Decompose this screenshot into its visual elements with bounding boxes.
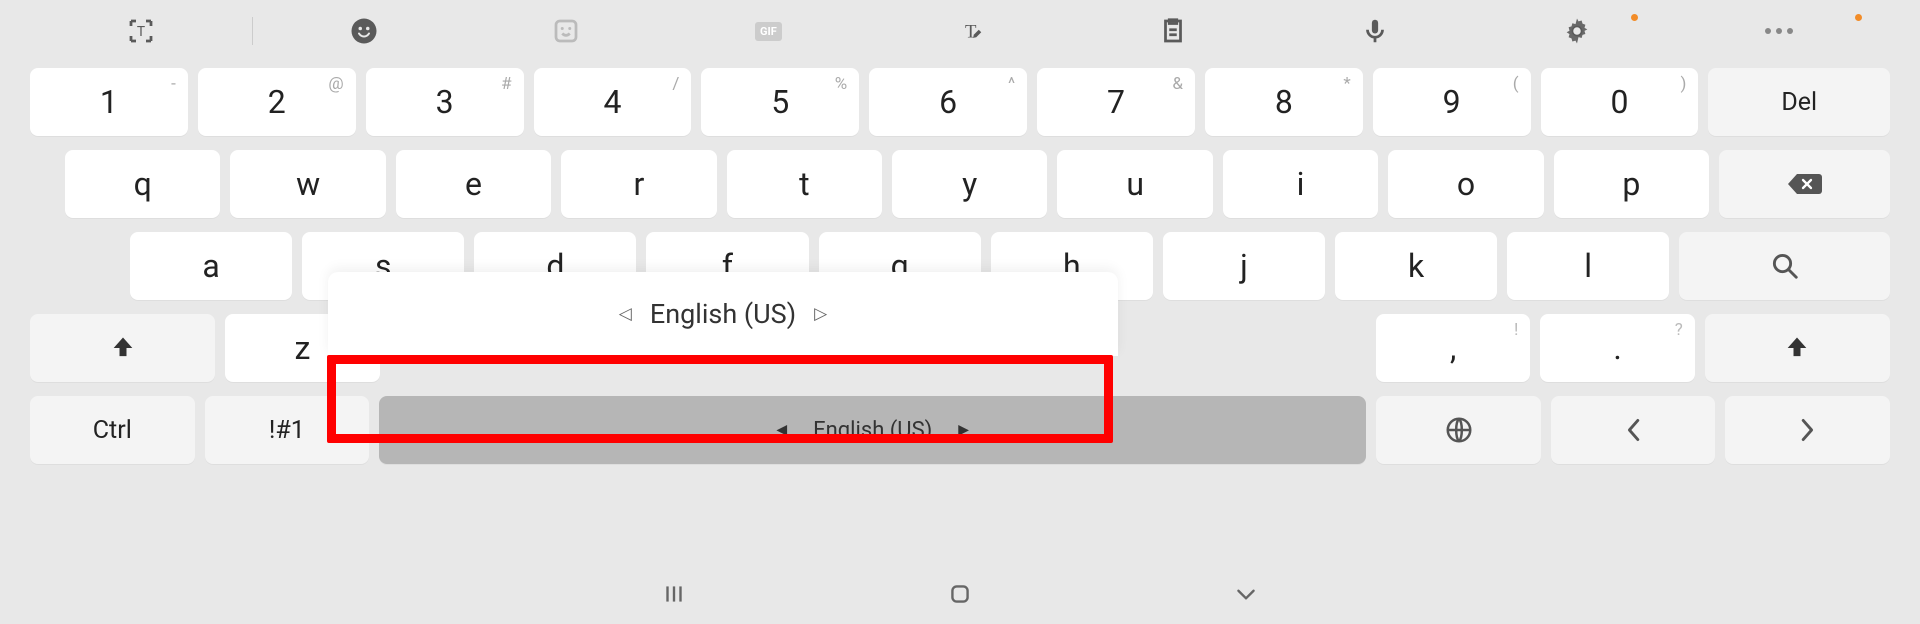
more-notification-dot [1855, 14, 1862, 21]
key-o[interactable]: o [1388, 150, 1543, 218]
key-w[interactable]: w [230, 150, 385, 218]
key-shift-right[interactable] [1705, 314, 1890, 382]
sticker-icon[interactable] [465, 0, 667, 62]
key-u[interactable]: u [1057, 150, 1212, 218]
qwerty-row: q w e r t y u i o p [30, 150, 1890, 218]
keyboard-toolbar: T GIF T [0, 0, 1920, 62]
key-language[interactable] [1376, 396, 1541, 464]
text-edit-icon[interactable]: T [869, 0, 1071, 62]
key-backspace[interactable] [1719, 150, 1890, 218]
gif-label: GIF [755, 22, 782, 41]
key-period[interactable]: .? [1540, 314, 1694, 382]
key-p[interactable]: p [1554, 150, 1709, 218]
space-right-arrow-icon: ▶ [958, 422, 969, 438]
more-icon[interactable] [1678, 0, 1880, 62]
key-q[interactable]: q [65, 150, 220, 218]
key-8[interactable]: 8* [1205, 68, 1363, 136]
key-i[interactable]: i [1223, 150, 1378, 218]
number-row: 1- 2@ 3# 4/ 5% 6^ 7& 8* 9( 0) Del [30, 68, 1890, 136]
space-language-label: English (US) [813, 418, 932, 443]
key-9[interactable]: 9( [1373, 68, 1531, 136]
svg-text:T: T [137, 24, 145, 40]
settings-icon[interactable] [1476, 0, 1678, 62]
key-ctrl[interactable]: Ctrl [30, 396, 195, 464]
key-r[interactable]: r [561, 150, 716, 218]
nav-back-icon[interactable] [1233, 581, 1259, 607]
emoji-icon[interactable] [263, 0, 465, 62]
key-a[interactable]: a [130, 232, 292, 300]
language-popup[interactable]: ◁ English (US) ▷ [328, 272, 1118, 356]
clipboard-icon[interactable] [1072, 0, 1274, 62]
key-shift-left[interactable] [30, 314, 215, 382]
gif-icon[interactable]: GIF [667, 0, 869, 62]
key-7[interactable]: 7& [1037, 68, 1195, 136]
key-comma[interactable]: ,! [1376, 314, 1530, 382]
key-2[interactable]: 2@ [198, 68, 356, 136]
nav-home-icon[interactable] [947, 581, 973, 607]
bottom-row: Ctrl !#1 ◀ English (US) ▶ [30, 396, 1890, 464]
popup-left-arrow-icon: ◁ [619, 304, 632, 324]
key-3[interactable]: 3# [366, 68, 524, 136]
key-4[interactable]: 4/ [534, 68, 692, 136]
popup-right-arrow-icon: ▷ [814, 304, 827, 324]
keyboard-area: 1- 2@ 3# 4/ 5% 6^ 7& 8* 9( 0) Del q w e … [0, 62, 1920, 464]
key-1[interactable]: 1- [30, 68, 188, 136]
nav-recents-icon[interactable] [661, 581, 687, 607]
key-symbols[interactable]: !#1 [205, 396, 370, 464]
key-t[interactable]: t [727, 150, 882, 218]
text-scan-icon[interactable]: T [40, 0, 242, 62]
svg-text:T: T [965, 21, 977, 42]
key-5[interactable]: 5% [701, 68, 859, 136]
key-j[interactable]: j [1163, 232, 1325, 300]
key-k[interactable]: k [1335, 232, 1497, 300]
key-l[interactable]: l [1507, 232, 1669, 300]
system-nav-bar [0, 564, 1920, 624]
settings-notification-dot [1631, 14, 1638, 21]
key-cursor-left[interactable] [1551, 396, 1716, 464]
key-6[interactable]: 6^ [869, 68, 1027, 136]
popup-language-label: English (US) [650, 298, 796, 330]
toolbar-divider [252, 17, 253, 45]
key-cursor-right[interactable] [1725, 396, 1890, 464]
key-search[interactable] [1679, 232, 1890, 300]
key-delete[interactable]: Del [1708, 68, 1890, 136]
space-left-arrow-icon: ◀ [776, 422, 787, 438]
key-y[interactable]: y [892, 150, 1047, 218]
key-e[interactable]: e [396, 150, 551, 218]
voice-icon[interactable] [1274, 0, 1476, 62]
key-spacebar[interactable]: ◀ English (US) ▶ [379, 396, 1366, 464]
key-0[interactable]: 0) [1541, 68, 1699, 136]
